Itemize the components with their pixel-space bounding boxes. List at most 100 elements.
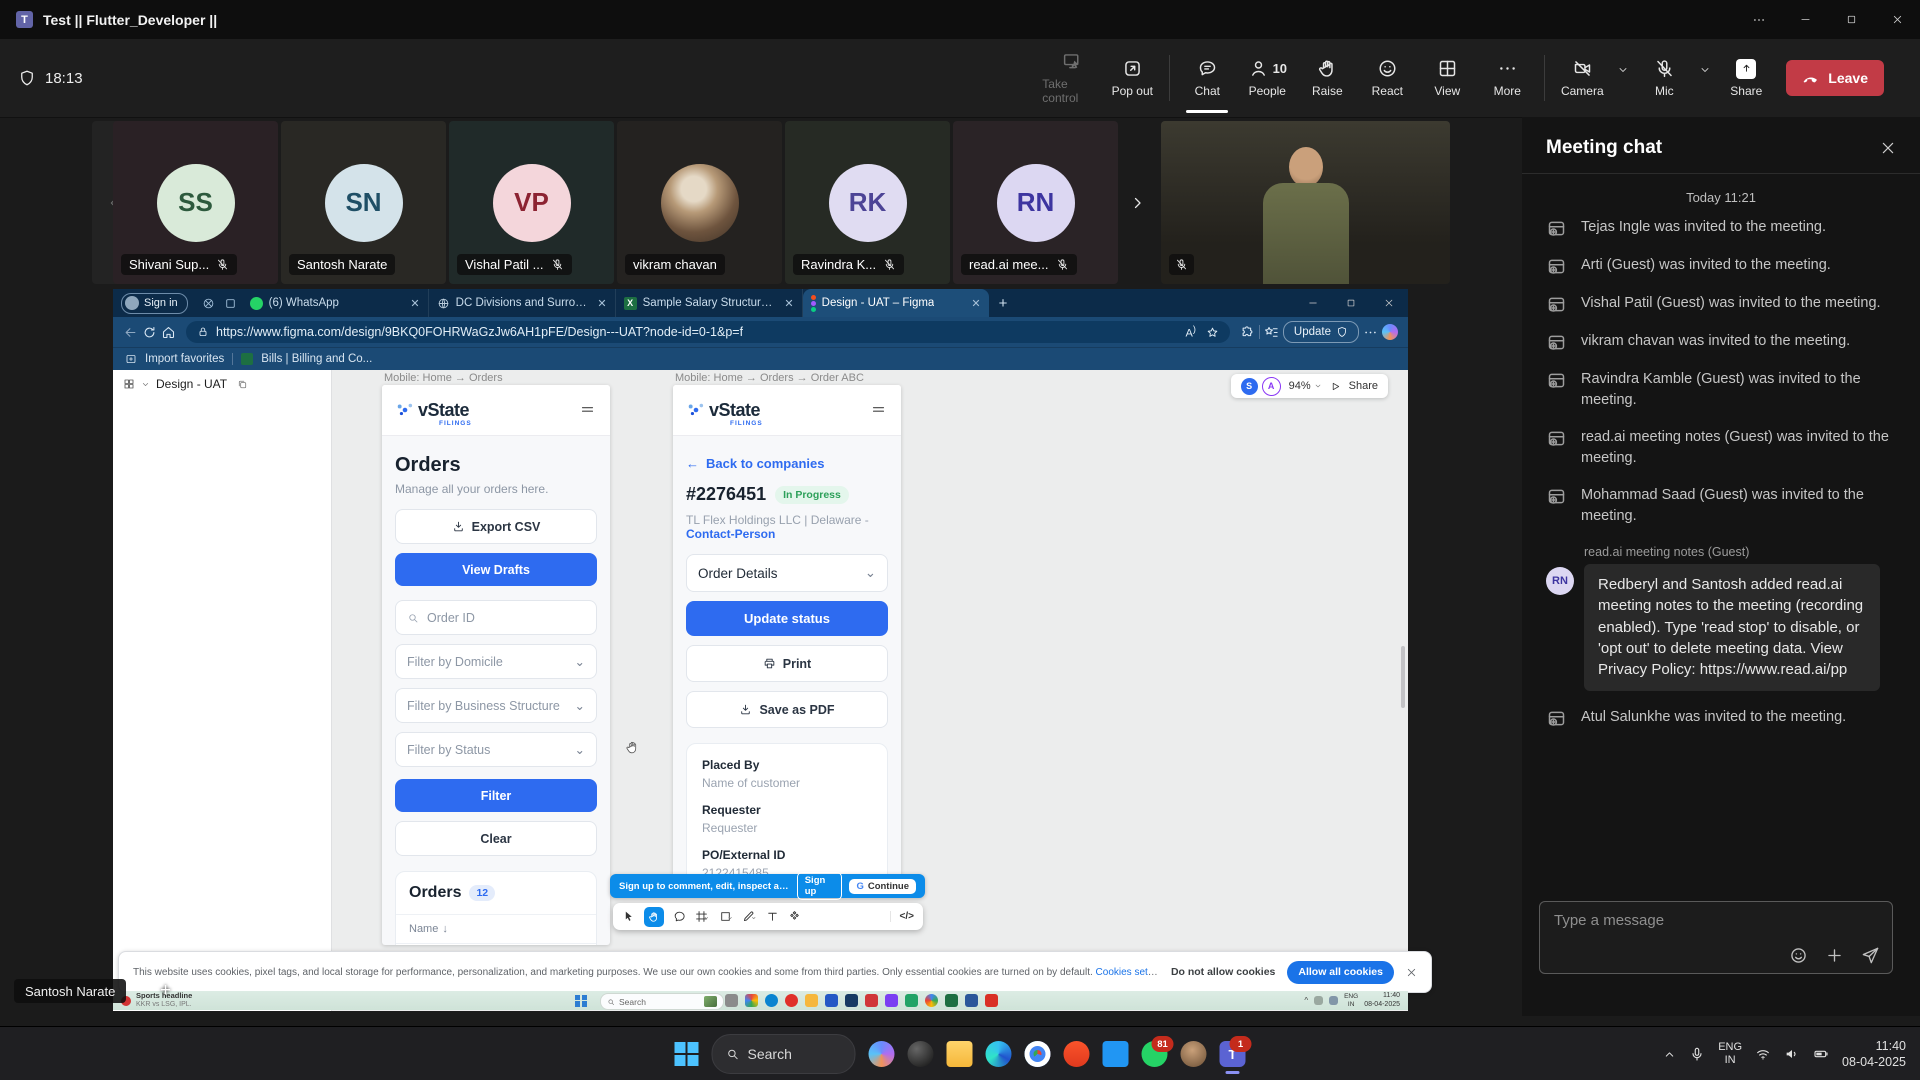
mockup-order-detail-screen[interactable]: vState FILINGS ← Back to companies #2276… bbox=[673, 385, 901, 883]
volume-icon[interactable] bbox=[1784, 1046, 1800, 1062]
canvas-scrollbar[interactable] bbox=[1401, 646, 1405, 708]
people-button[interactable]: 10 People bbox=[1237, 58, 1297, 98]
present-play-icon[interactable] bbox=[1330, 381, 1341, 392]
favorite-star-icon[interactable] bbox=[1206, 326, 1219, 339]
view-button[interactable]: View bbox=[1417, 58, 1477, 98]
word-icon[interactable] bbox=[965, 994, 978, 1007]
deny-cookies-button[interactable]: Do not allow cookies bbox=[1171, 966, 1275, 978]
folder-icon[interactable] bbox=[805, 994, 818, 1007]
hand-tool-icon-active[interactable] bbox=[644, 907, 664, 927]
app-icon[interactable] bbox=[725, 994, 738, 1007]
figma-canvas[interactable]: Mobile: Home → Orders Mobile: Home → Ord… bbox=[332, 370, 1408, 1011]
tab-close-icon[interactable]: ✕ bbox=[971, 297, 980, 310]
tab-close-icon[interactable]: ✕ bbox=[410, 297, 419, 310]
teams-app-icon-active[interactable]: T 1 bbox=[1220, 1041, 1246, 1067]
react-button[interactable]: React bbox=[1357, 58, 1417, 98]
edge-icon[interactable] bbox=[765, 994, 778, 1007]
zoom-level-dropdown[interactable]: 94% bbox=[1289, 380, 1322, 392]
participant-tile[interactable]: SN Santosh Narate bbox=[281, 121, 446, 284]
comment-tool-icon[interactable] bbox=[673, 910, 686, 923]
browser-close-button[interactable] bbox=[1370, 289, 1408, 317]
frame-label-order-abc[interactable]: Mobile: Home → Orders → Order ABC bbox=[675, 372, 864, 384]
move-tool-icon[interactable] bbox=[622, 910, 635, 923]
browser-tab-whatsapp[interactable]: (6) WhatsApp ✕ bbox=[242, 289, 429, 317]
excel-icon[interactable] bbox=[945, 994, 958, 1007]
browser-minimize-button[interactable] bbox=[1294, 289, 1332, 317]
app-icon[interactable] bbox=[865, 994, 878, 1007]
tab-close-icon[interactable]: ✕ bbox=[597, 297, 606, 310]
text-tool-icon[interactable] bbox=[766, 910, 779, 923]
app-icon[interactable] bbox=[845, 994, 858, 1007]
inner-start-button[interactable] bbox=[575, 995, 587, 1007]
order-details-select[interactable]: Order Details⌄ bbox=[686, 554, 888, 592]
tray-mic-icon[interactable] bbox=[1689, 1046, 1705, 1062]
pop-out-button[interactable]: Pop out bbox=[1102, 58, 1162, 98]
vscode-app-icon[interactable] bbox=[1103, 1041, 1129, 1067]
chrome-app-icon[interactable] bbox=[1025, 1041, 1051, 1067]
favorites-list-icon[interactable] bbox=[1264, 325, 1279, 340]
copilot-app-icon[interactable] bbox=[869, 1041, 895, 1067]
browser-tab-dc-divisions[interactable]: DC Divisions and Surroundings ✕ bbox=[429, 289, 616, 317]
opera-icon[interactable] bbox=[785, 994, 798, 1007]
copilot-icon[interactable] bbox=[1382, 324, 1398, 340]
components-tool-icon[interactable] bbox=[788, 910, 801, 923]
home-icon[interactable] bbox=[161, 325, 176, 340]
inner-search-box[interactable]: Search bbox=[600, 993, 724, 1010]
taskbar-search[interactable]: Search bbox=[712, 1034, 856, 1074]
chat-message-input[interactable] bbox=[1552, 911, 1880, 930]
view-drafts-button[interactable]: View Drafts bbox=[395, 553, 597, 586]
wifi-icon[interactable] bbox=[1755, 1046, 1771, 1062]
frame-label-orders[interactable]: Mobile: Home → Orders bbox=[384, 372, 503, 384]
mic-button[interactable]: Mic bbox=[1634, 58, 1694, 98]
cookies-settings-link[interactable]: Cookies settings bbox=[1096, 967, 1159, 978]
app-icon[interactable] bbox=[908, 1041, 934, 1067]
send-icon[interactable] bbox=[1861, 946, 1880, 965]
clear-button[interactable]: Clear bbox=[395, 821, 597, 856]
attach-plus-icon[interactable] bbox=[1825, 946, 1844, 965]
figma-file-tab[interactable]: Design - UAT bbox=[113, 370, 331, 398]
save-as-pdf-button[interactable]: Save as PDF bbox=[686, 691, 888, 728]
extensions-icon[interactable] bbox=[1240, 325, 1255, 340]
hamburger-menu-icon[interactable] bbox=[579, 402, 596, 419]
scroll-participants-right-button[interactable] bbox=[1128, 121, 1146, 284]
browser-tab-excel[interactable]: X Sample Salary Structure with calc ✕ bbox=[616, 289, 803, 317]
figma-share-button[interactable]: Share bbox=[1349, 380, 1378, 392]
banner-google-continue-button[interactable]: G Continue bbox=[849, 879, 916, 894]
contact-person-link[interactable]: Contact-Person bbox=[686, 527, 775, 541]
inner-clock[interactable]: 11:4008-04-2025 bbox=[1364, 992, 1400, 1010]
filter-button[interactable]: Filter bbox=[395, 779, 597, 812]
battery-icon[interactable] bbox=[1813, 1046, 1829, 1062]
mic-options-chevron[interactable] bbox=[1694, 64, 1716, 76]
tray-chevron[interactable]: ^ bbox=[1304, 996, 1308, 1005]
pdf-icon[interactable] bbox=[985, 994, 998, 1007]
brave-app-icon[interactable] bbox=[1064, 1041, 1090, 1067]
app-icon[interactable] bbox=[905, 994, 918, 1007]
file-explorer-icon[interactable] bbox=[947, 1041, 973, 1067]
hamburger-menu-icon[interactable] bbox=[870, 402, 887, 419]
tab-actions-icon[interactable] bbox=[220, 297, 242, 310]
filter-domicile-select[interactable]: Filter by Domicile⌄ bbox=[395, 644, 597, 679]
participant-tile[interactable]: RN read.ai mee... bbox=[953, 121, 1118, 284]
profile-app-icon[interactable] bbox=[1181, 1041, 1207, 1067]
browser-update-button[interactable]: Update bbox=[1283, 321, 1359, 343]
dev-mode-code-toggle[interactable]: </> bbox=[890, 911, 914, 922]
new-tab-button[interactable]: + bbox=[999, 295, 1008, 312]
cookie-close-icon[interactable] bbox=[1406, 967, 1417, 978]
start-button[interactable] bbox=[675, 1042, 699, 1066]
minimize-button[interactable] bbox=[1782, 0, 1828, 39]
browser-menu-dots-icon[interactable] bbox=[1363, 325, 1378, 340]
order-id-search-input[interactable]: Order ID bbox=[395, 600, 597, 635]
app-icon[interactable] bbox=[825, 994, 838, 1007]
app-menu-button[interactable] bbox=[1736, 0, 1782, 39]
back-to-companies-link[interactable]: ← Back to companies bbox=[686, 456, 888, 471]
chat-button[interactable]: Chat bbox=[1177, 58, 1237, 98]
emoji-icon[interactable] bbox=[1789, 946, 1808, 965]
chat-compose-box[interactable] bbox=[1539, 901, 1893, 974]
taskbar-clock[interactable]: 11:4008-04-2025 bbox=[1842, 1038, 1906, 1071]
widgets-news-button[interactable]: Sports headline KKR vs LSG, IPL. bbox=[121, 991, 192, 1010]
allow-cookies-button[interactable]: Allow all cookies bbox=[1287, 961, 1394, 984]
filter-business-structure-select[interactable]: Filter by Business Structure⌄ bbox=[395, 688, 597, 723]
leave-button[interactable]: Leave bbox=[1786, 60, 1884, 96]
close-button[interactable] bbox=[1874, 0, 1920, 39]
print-button[interactable]: Print bbox=[686, 645, 888, 682]
